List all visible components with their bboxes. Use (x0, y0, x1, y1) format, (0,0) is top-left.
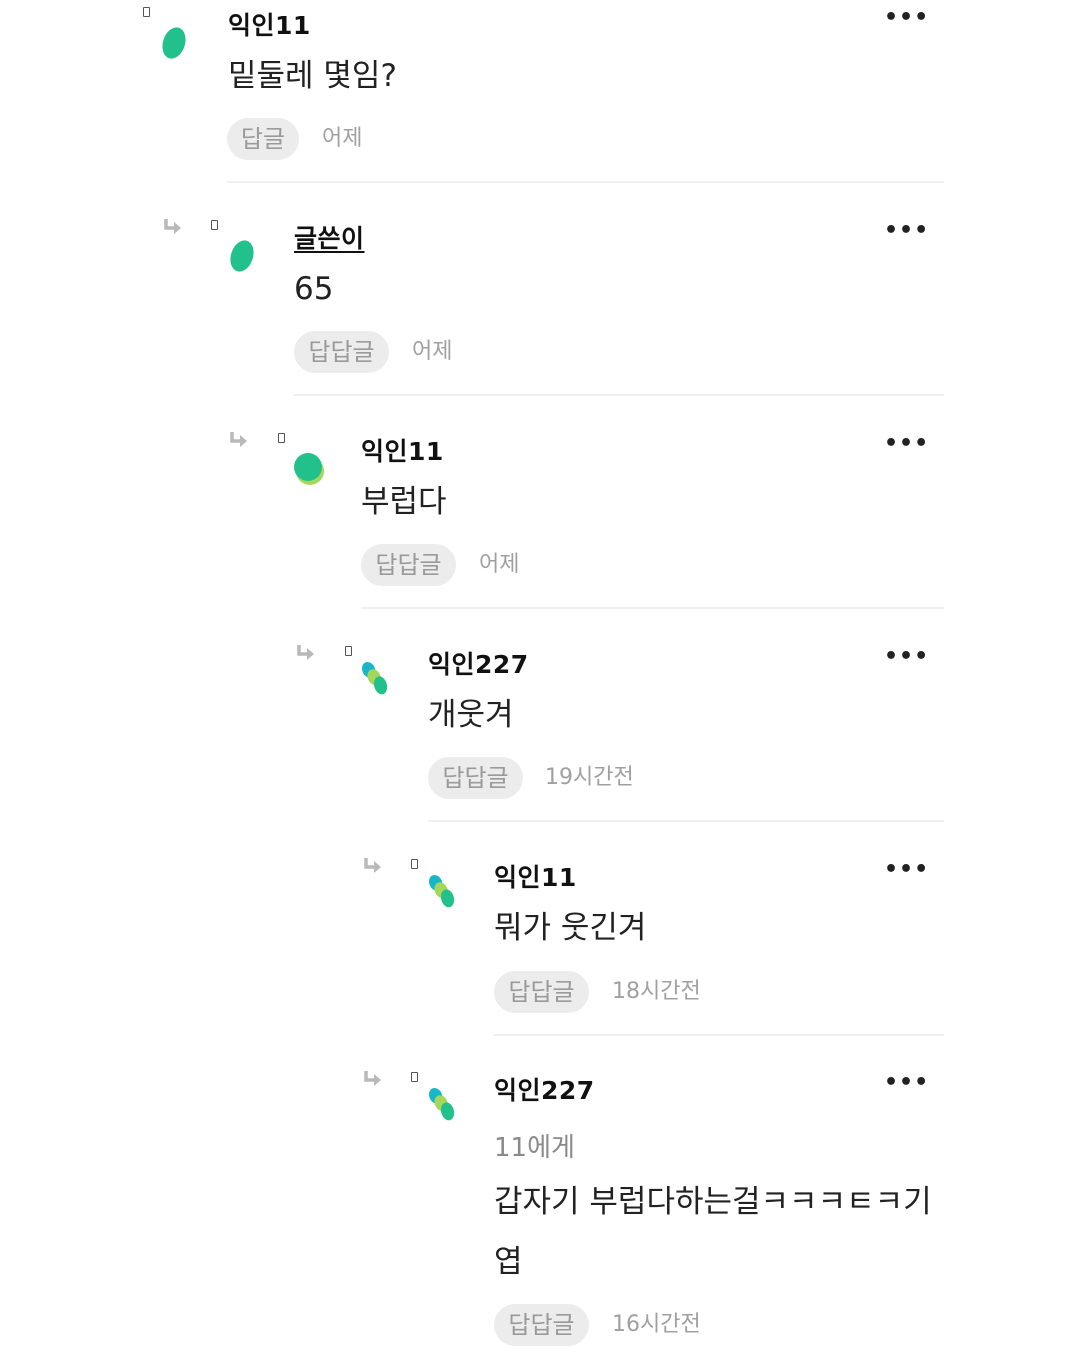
author-name[interactable]: 글쓴이 (294, 219, 365, 255)
author-name[interactable]: 익인11 (361, 432, 444, 468)
anonymous-marker-icon (143, 7, 150, 17)
more-options-icon[interactable]: ••• (884, 7, 929, 29)
anonymous-marker-icon (411, 859, 418, 869)
author-name[interactable]: 익인11 (494, 858, 577, 894)
author-name[interactable]: 익인227 (494, 1071, 595, 1107)
reply-arrow-icon (297, 645, 314, 660)
more-options-icon[interactable]: ••• (884, 1072, 929, 1094)
anonymous-avatar-icon[interactable] (426, 872, 460, 912)
anonymous-avatar-icon[interactable] (359, 659, 393, 699)
reply-button[interactable]: 답글 (227, 118, 299, 160)
comment-text: 뭐가 웃긴겨 (494, 910, 647, 946)
divider (361, 607, 944, 609)
author-name[interactable]: 익인227 (428, 645, 529, 681)
comment-text-line-2: 엽 (494, 1244, 523, 1280)
comment-text-line-1: 갑자기 부럽다하는걸ㅋㅋㅋㅌㅋ기 (494, 1184, 932, 1220)
reply-button[interactable]: 답답글 (294, 331, 389, 373)
author-name[interactable]: 익인11 (228, 6, 311, 42)
anonymous-marker-icon (278, 433, 285, 443)
comment-text: 개웃겨 (428, 697, 514, 733)
anonymous-avatar-icon[interactable] (293, 448, 327, 488)
timestamp: 어제 (412, 339, 453, 364)
more-options-icon[interactable]: ••• (884, 220, 929, 242)
divider (294, 394, 944, 396)
timestamp: 어제 (479, 552, 520, 577)
reply-button[interactable]: 답답글 (361, 544, 456, 586)
timestamp: 19시간전 (545, 765, 634, 790)
more-options-icon[interactable]: ••• (884, 859, 929, 881)
comment-text: 밑둘레 몇임? (228, 58, 397, 94)
timestamp: 어제 (322, 126, 363, 151)
anonymous-avatar-icon[interactable] (426, 1085, 460, 1125)
reply-arrow-icon (364, 858, 381, 873)
divider (227, 181, 944, 183)
divider (494, 1034, 944, 1036)
more-options-icon[interactable]: ••• (884, 646, 929, 668)
reply-button[interactable]: 답답글 (494, 971, 589, 1013)
divider (428, 820, 944, 822)
mention-label: 11에게 (494, 1133, 575, 1163)
comment-text: 부럽다 (361, 484, 447, 520)
anonymous-avatar-icon[interactable] (226, 235, 260, 275)
more-options-icon[interactable]: ••• (884, 433, 929, 455)
reply-arrow-icon (364, 1071, 381, 1086)
anonymous-avatar-icon[interactable] (158, 22, 192, 62)
comment-text: 65 (294, 271, 334, 307)
reply-button[interactable]: 답답글 (494, 1304, 589, 1346)
anonymous-marker-icon (345, 646, 352, 656)
reply-arrow-icon (164, 219, 181, 234)
anonymous-marker-icon (211, 220, 218, 230)
anonymous-marker-icon (411, 1072, 418, 1082)
reply-arrow-icon (230, 432, 247, 447)
timestamp: 16시간전 (612, 1312, 701, 1337)
timestamp: 18시간전 (612, 979, 701, 1004)
reply-button[interactable]: 답답글 (428, 757, 523, 799)
